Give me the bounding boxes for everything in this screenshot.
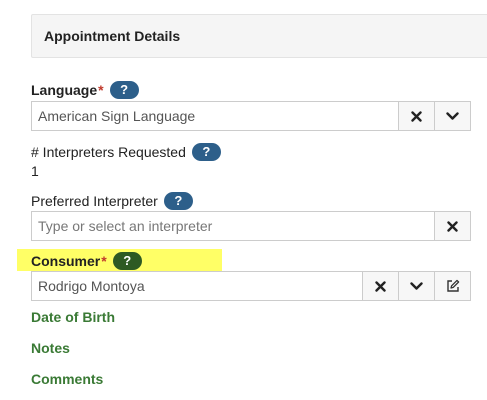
language-label-row: Language * ? [31,81,139,99]
consumer-label: Consumer [31,253,101,269]
panel-title: Appointment Details [44,28,181,44]
preferred-interpreter-select[interactable] [31,211,471,241]
comments-link[interactable]: Comments [31,371,103,387]
edit-icon [446,279,459,292]
language-clear-button[interactable] [398,102,434,130]
close-icon [447,220,458,232]
language-dropdown-button[interactable] [434,102,470,130]
notes-link[interactable]: Notes [31,340,70,356]
interpreters-label: # Interpreters Requested [31,144,186,160]
required-mark: * [98,82,104,98]
consumer-label-row: Consumer * ? [31,252,142,270]
consumer-input[interactable] [32,272,362,300]
preferred-help-button[interactable]: ? [163,192,193,210]
language-select[interactable] [31,101,471,131]
close-icon [375,280,386,292]
chevron-down-icon [410,281,423,290]
consumer-select[interactable] [31,271,471,301]
date-of-birth-link[interactable]: Date of Birth [31,309,115,325]
chevron-down-icon [446,111,459,120]
required-mark: * [101,253,107,269]
interpreters-help-button[interactable]: ? [191,143,221,161]
consumer-dropdown-button[interactable] [398,272,434,300]
close-icon [411,110,422,122]
interpreters-value: 1 [31,163,39,179]
language-input[interactable] [32,102,398,130]
language-help-button[interactable]: ? [109,81,139,99]
preferred-label-row: Preferred Interpreter ? [31,192,193,210]
panel-header: Appointment Details [31,14,487,58]
consumer-edit-button[interactable] [434,272,470,300]
interpreters-label-row: # Interpreters Requested ? [31,143,221,161]
language-label: Language [31,82,98,98]
consumer-clear-button[interactable] [362,272,398,300]
consumer-help-button[interactable]: ? [112,252,142,270]
preferred-interpreter-input[interactable] [32,212,434,240]
preferred-label: Preferred Interpreter [31,193,158,209]
preferred-clear-button[interactable] [434,212,470,240]
